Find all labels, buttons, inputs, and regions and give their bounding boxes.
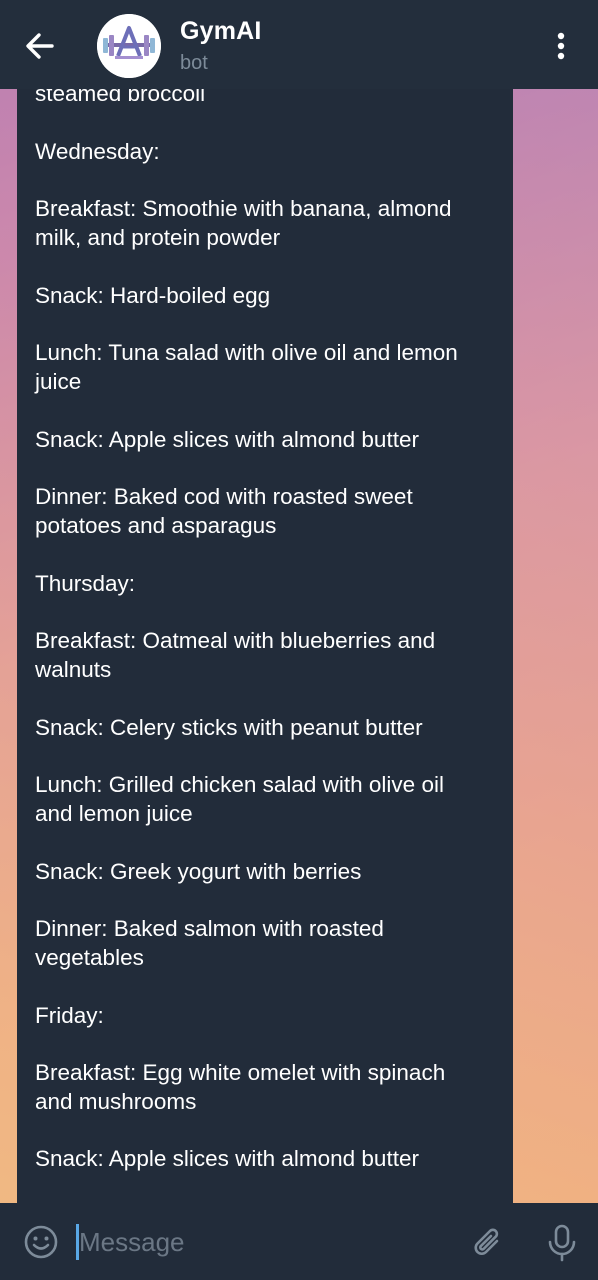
message-text: steamed broccoli Wednesday: Breakfast: Smo… — [35, 80, 505, 1174]
message-line: Dinner: Baked salmon with roasted — [35, 916, 384, 942]
message-line: Snack: Apple slices with almond butter — [35, 426, 419, 452]
message-line: Snack: Apple slices with almond butter — [35, 1146, 419, 1172]
message-line: vegetables — [35, 944, 144, 970]
message-line: and lemon juice — [35, 800, 193, 826]
message-composer — [0, 1203, 598, 1280]
message-line: milk, and protein powder — [35, 224, 281, 250]
message-line: Snack: Celery sticks with peanut butter — [35, 714, 423, 740]
message-line: Dinner: Baked cod with roasted sweet — [35, 484, 413, 510]
voice-record-button[interactable] — [546, 1223, 578, 1263]
chat-header: GymAI bot — [0, 0, 598, 89]
message-line: Thursday: — [35, 570, 136, 596]
arrow-left-icon — [26, 33, 54, 59]
message-line: Breakfast: Egg white omelet with spinach — [35, 1060, 446, 1086]
bot-avatar[interactable] — [97, 14, 161, 78]
message-bubble[interactable]: steamed broccoli Wednesday: Breakfast: Smo… — [17, 60, 513, 1260]
chat-title[interactable]: GymAI — [180, 17, 262, 46]
smiley-icon — [24, 1225, 58, 1259]
message-line: Wednesday: — [35, 138, 160, 164]
message-line: Lunch: Grilled chicken salad with olive … — [35, 772, 444, 798]
more-options-button[interactable] — [546, 30, 576, 62]
message-line: Breakfast: Smoothie with banana, almond — [35, 196, 452, 222]
message-line: walnuts — [35, 656, 112, 682]
message-line: potatoes and asparagus — [35, 512, 277, 538]
attach-button[interactable] — [470, 1225, 506, 1261]
paperclip-icon — [474, 1228, 499, 1255]
chat-subtitle: bot — [180, 52, 208, 74]
microphone-icon — [548, 1224, 576, 1262]
message-line: Snack: Hard-boiled egg — [35, 282, 271, 308]
more-vertical-icon — [557, 32, 565, 60]
message-line: Snack: Greek yogurt with berries — [35, 858, 362, 884]
back-button[interactable] — [20, 26, 60, 66]
gymai-logo-icon — [97, 14, 161, 78]
message-line: Lunch: Tuna salad with olive oil and lem… — [35, 340, 458, 366]
emoji-button[interactable] — [23, 1224, 59, 1260]
message-line: and mushrooms — [35, 1088, 197, 1114]
message-line: Breakfast: Oatmeal with blueberries and — [35, 628, 436, 654]
message-line: juice — [35, 368, 82, 394]
message-line: Friday: — [35, 1002, 104, 1028]
message-input[interactable] — [79, 1222, 449, 1262]
